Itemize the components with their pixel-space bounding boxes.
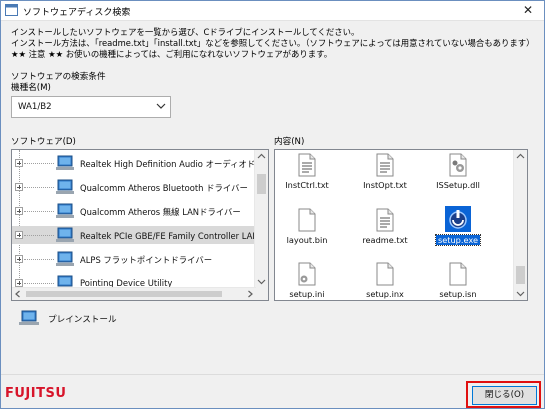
contents-vertical-scrollbar[interactable] (513, 150, 527, 300)
file-item[interactable]: setup.ini (275, 262, 342, 300)
title-bar: ソフトウェアディスク検索 ✕ (1, 1, 544, 21)
file-name: layout.bin (286, 235, 328, 245)
tree-item-label: Qualcomm Atheros Bluetooth ドライバー (80, 183, 248, 193)
computer-icon (19, 310, 39, 325)
blank-file-icon (449, 262, 467, 286)
software-tree[interactable]: Realtek High Definition Audio オーディオドライバ … (11, 149, 269, 301)
expand-icon[interactable] (15, 159, 23, 167)
software-label: ソフトウェア(D) (11, 137, 76, 147)
tree-item-label: Realtek PCIe GBE/FE Family Controller LA… (80, 231, 269, 241)
scroll-down-icon[interactable] (255, 275, 268, 288)
file-item-selected[interactable]: setup.exe (423, 206, 493, 258)
contents-vscroll-thumb[interactable] (516, 266, 525, 284)
tree-connector (24, 211, 54, 212)
footer-divider (1, 374, 544, 375)
instruction-line-2: インストール方法は、「readme.txt」「install.txt」などを参照… (11, 38, 535, 48)
tree-connector (24, 283, 54, 284)
computer-icon (56, 203, 74, 218)
tree-horizontal-scrollbar[interactable] (12, 287, 256, 300)
computer-icon (56, 155, 74, 170)
tree-vscroll-thumb[interactable] (257, 174, 266, 194)
file-item[interactable]: InstOpt.txt (350, 153, 420, 205)
instruction-line-1: インストールしたいソフトウェアを一覧から選び、Cドライブにインストールしてくださ… (11, 27, 360, 37)
app-window-icon (5, 4, 18, 16)
file-name: setup.isn (439, 289, 477, 299)
text-file-icon (376, 153, 394, 177)
software-disk-search-window: ソフトウェアディスク検索 ✕ インストールしたいソフトウェアを一覧から選び、Cド… (0, 0, 545, 409)
file-name: setup.ini (289, 289, 325, 299)
contents-label: 内容(N) (274, 137, 305, 147)
tree-item-selected[interactable]: Realtek PCIe GBE/FE Family Controller LA… (12, 226, 268, 244)
expand-icon[interactable] (15, 207, 23, 215)
scroll-up-icon[interactable] (514, 150, 527, 163)
chevron-down-icon (156, 103, 166, 109)
scrollbar-corner (255, 288, 268, 300)
blank-file-icon (376, 262, 394, 286)
scroll-left-icon[interactable] (12, 288, 24, 300)
file-name: ISSetup.dll (436, 180, 480, 190)
blank-file-icon (298, 208, 316, 232)
close-button[interactable]: 閉じる(O) (472, 386, 537, 405)
file-item[interactable]: InstCtrl.txt (275, 153, 342, 205)
scroll-down-icon[interactable] (514, 287, 527, 300)
fujitsu-logo: FUJITSU (5, 386, 67, 401)
tree-item[interactable]: Qualcomm Atheros Bluetooth ドライバー (12, 178, 257, 196)
expand-icon[interactable] (15, 279, 23, 287)
computer-icon (56, 251, 74, 266)
file-item[interactable]: setup.isn (423, 262, 493, 300)
file-item[interactable]: readme.txt (350, 208, 420, 260)
instruction-text: インストールしたいソフトウェアを一覧から選び、Cドライブにインストールしてくださ… (11, 27, 535, 60)
tree-item[interactable]: ALPS フラットポイントドライバー (12, 250, 257, 268)
tree-item[interactable]: Realtek High Definition Audio オーディオドライバ (12, 154, 268, 172)
file-name: InstOpt.txt (363, 180, 407, 190)
file-item[interactable]: setup.inx (350, 262, 420, 300)
ini-file-icon (298, 262, 316, 286)
dll-file-icon (449, 153, 467, 177)
tree-item[interactable]: Qualcomm Atheros 無線 LANドライバー (12, 202, 257, 220)
model-name-select[interactable]: WA1/B2 (11, 96, 171, 118)
setup-exe-icon (445, 206, 471, 232)
computer-icon (56, 227, 74, 242)
tree-connector (24, 163, 54, 164)
scroll-up-icon[interactable] (255, 150, 268, 163)
tree-vertical-scrollbar[interactable] (254, 150, 268, 288)
tree-connector (24, 235, 54, 236)
model-name-value: WA1/B2 (18, 102, 52, 112)
model-name-label: 機種名(M) (11, 83, 51, 93)
tree-connector (24, 259, 54, 260)
file-name: setup.exe (434, 234, 482, 246)
file-item[interactable]: ISSetup.dll (423, 153, 493, 205)
text-file-icon (298, 153, 316, 177)
expand-icon[interactable] (15, 183, 23, 191)
tree-item-label: Qualcomm Atheros 無線 LANドライバー (80, 207, 241, 217)
file-name: readme.txt (362, 235, 408, 245)
file-name: InstCtrl.txt (285, 180, 329, 190)
expand-icon[interactable] (15, 231, 23, 239)
window-close-button[interactable]: ✕ (515, 2, 541, 19)
text-file-icon (376, 208, 394, 232)
file-name: setup.inx (366, 289, 404, 299)
tree-item-label: Realtek High Definition Audio オーディオドライバ (80, 159, 269, 169)
contents-file-list[interactable]: InstCtrl.txt InstOpt.txt ISSetup.dll lay… (274, 149, 528, 301)
expand-icon[interactable] (15, 255, 23, 263)
computer-icon (56, 179, 74, 194)
tree-hscroll-thumb[interactable] (26, 291, 222, 297)
tree-connector (24, 187, 54, 188)
tree-item-label: ALPS フラットポイントドライバー (80, 255, 213, 265)
window-title: ソフトウェアディスク検索 (23, 8, 131, 18)
preinstall-legend-label: プレインストール (48, 315, 117, 325)
caution-line: ★★ 注意 ★★ お使いの機種によっては、ご利用になれないソフトウェアがあります… (11, 49, 333, 59)
file-item[interactable]: layout.bin (275, 208, 342, 260)
